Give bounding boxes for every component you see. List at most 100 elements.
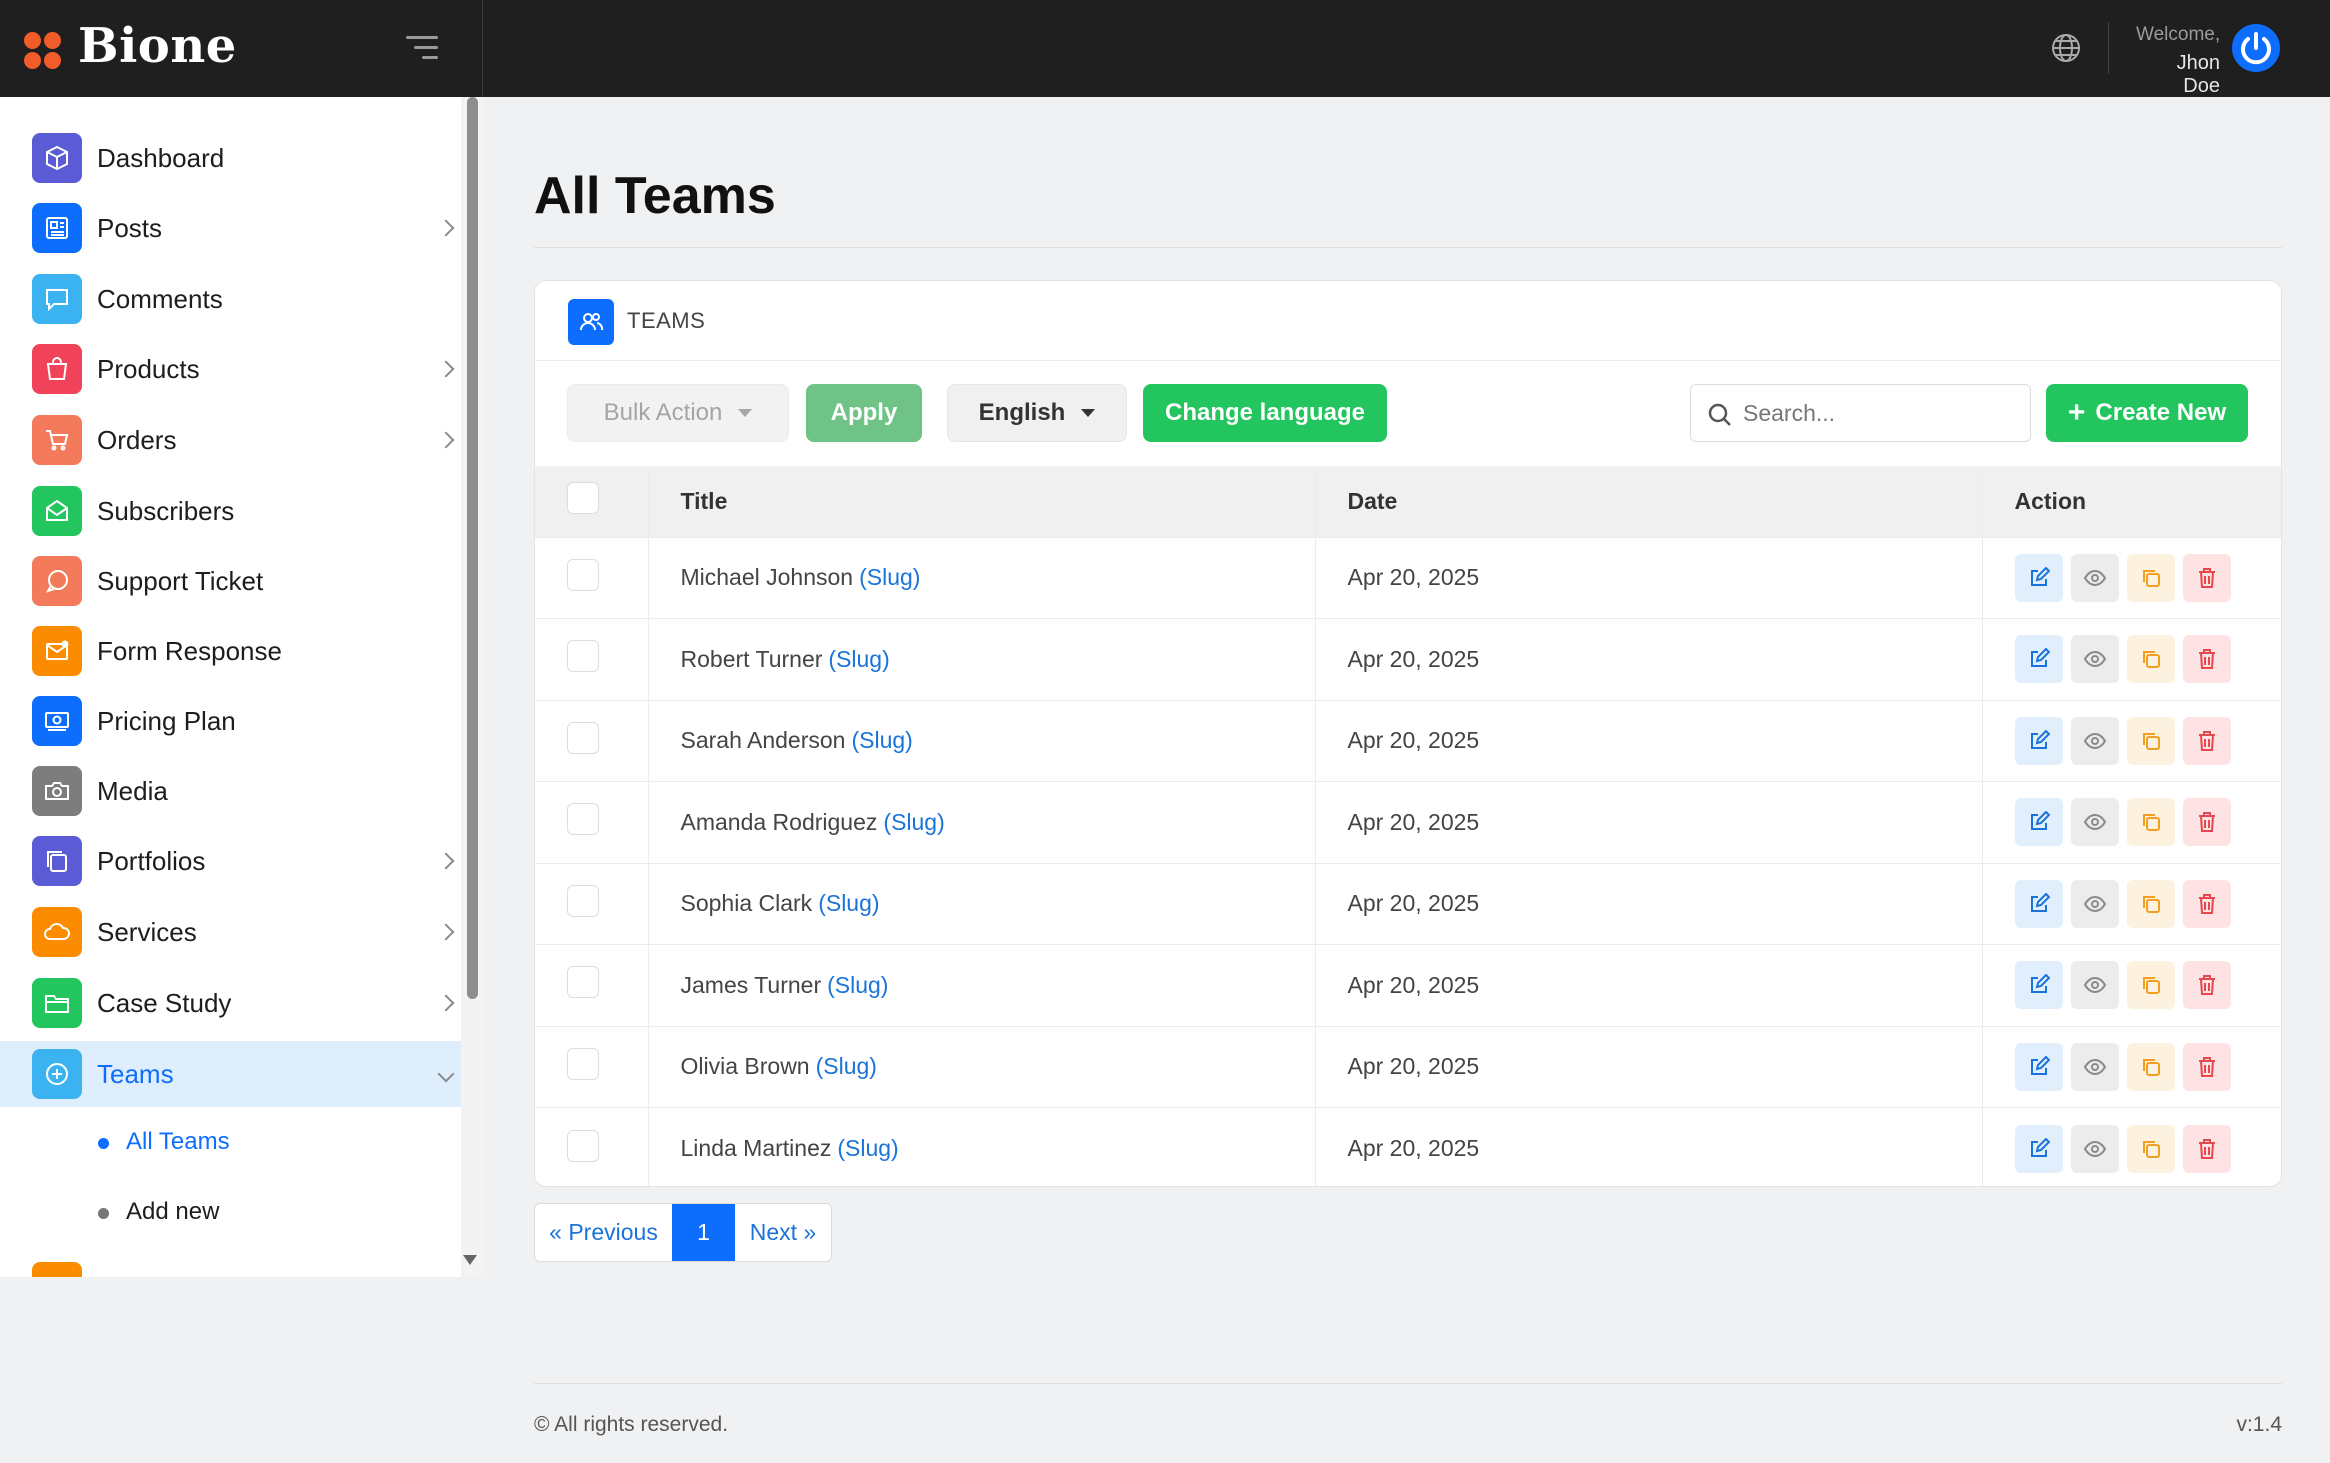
row-title-cell: James Turner (Slug): [648, 944, 1316, 1026]
row-slug-link[interactable]: (Slug): [851, 727, 912, 753]
sidebar-item-portfolios[interactable]: Portfolios: [0, 828, 461, 894]
row-checkbox[interactable]: [567, 884, 599, 917]
edit-icon[interactable]: [2014, 1124, 2063, 1173]
scrollbar-thumb[interactable]: [467, 97, 478, 999]
duplicate-icon[interactable]: [2126, 961, 2175, 1010]
sidebar-item-posts[interactable]: Posts: [0, 195, 461, 261]
sidebar-item-support-ticket[interactable]: Support Ticket: [0, 548, 461, 614]
change-language-button[interactable]: Change language: [1143, 384, 1387, 442]
create-new-button[interactable]: + Create New: [2046, 384, 2248, 442]
edit-icon[interactable]: [2014, 553, 2063, 602]
row-title[interactable]: Linda Martinez: [681, 1135, 832, 1161]
duplicate-icon[interactable]: [2126, 879, 2175, 928]
row-slug-link[interactable]: (Slug): [883, 809, 944, 835]
row-title[interactable]: Sarah Anderson: [681, 727, 846, 753]
sidebar-subitem-add-new[interactable]: Add new: [0, 1181, 461, 1241]
next-page-link[interactable]: Next »: [735, 1204, 831, 1261]
sidebar-item-services[interactable]: Services: [0, 899, 461, 965]
sidebar-item-media[interactable]: Media: [0, 758, 461, 824]
edit-icon[interactable]: [2014, 716, 2063, 765]
view-icon[interactable]: [2070, 1124, 2119, 1173]
delete-icon[interactable]: [2182, 1124, 2231, 1173]
duplicate-icon[interactable]: [2126, 716, 2175, 765]
previous-page-link[interactable]: « Previous: [535, 1204, 672, 1261]
row-checkbox[interactable]: [567, 558, 599, 591]
view-icon[interactable]: [2070, 798, 2119, 847]
row-title[interactable]: Sophia Clark: [681, 890, 813, 916]
edit-icon[interactable]: [2014, 961, 2063, 1010]
duplicate-icon[interactable]: [2126, 798, 2175, 847]
page-number-current[interactable]: 1: [672, 1204, 735, 1261]
edit-icon[interactable]: [2014, 635, 2063, 684]
duplicate-icon[interactable]: [2126, 635, 2175, 684]
row-slug-link[interactable]: (Slug): [818, 890, 879, 916]
sidebar-scrollbar[interactable]: [461, 97, 483, 1277]
row-checkbox[interactable]: [567, 721, 599, 754]
row-title[interactable]: Robert Turner: [681, 646, 823, 672]
delete-icon[interactable]: [2182, 635, 2231, 684]
apply-button[interactable]: Apply: [806, 384, 922, 442]
sidebar-item-form-response[interactable]: Form Response: [0, 618, 461, 684]
sidebar-item-pricing-plan[interactable]: Pricing Plan: [0, 688, 461, 754]
header-date[interactable]: Date: [1315, 466, 1983, 537]
table-row: James Turner (Slug) Apr 20, 2025: [535, 944, 2281, 1026]
row-title[interactable]: Olivia Brown: [681, 1053, 810, 1079]
sidebar-item-subscribers[interactable]: Subscribers: [0, 478, 461, 544]
table-header-row: Title Date Action: [535, 466, 2281, 537]
sidebar-item-dashboard[interactable]: Dashboard: [0, 125, 461, 191]
view-icon[interactable]: [2070, 961, 2119, 1010]
sidebar-item-products[interactable]: Products: [0, 336, 461, 402]
view-icon[interactable]: [2070, 716, 2119, 765]
row-checkbox[interactable]: [567, 1129, 599, 1162]
card-title: TEAMS: [627, 308, 706, 333]
row-slug-link[interactable]: (Slug): [816, 1053, 877, 1079]
sidebar-subitem-all-teams[interactable]: All Teams: [0, 1111, 461, 1171]
user-avatar[interactable]: [2232, 24, 2280, 72]
language-select[interactable]: English: [947, 384, 1127, 442]
scroll-down-arrow-icon[interactable]: [463, 1255, 477, 1265]
duplicate-icon[interactable]: [2126, 553, 2175, 602]
edit-icon[interactable]: [2014, 1042, 2063, 1091]
duplicate-icon[interactable]: [2126, 1042, 2175, 1091]
sidebar-item-case-study[interactable]: Case Study: [0, 970, 461, 1036]
delete-icon[interactable]: [2182, 1042, 2231, 1091]
delete-icon[interactable]: [2182, 961, 2231, 1010]
view-icon[interactable]: [2070, 1042, 2119, 1091]
row-slug-link[interactable]: (Slug): [837, 1135, 898, 1161]
row-slug-link[interactable]: (Slug): [859, 564, 920, 590]
select-all-checkbox[interactable]: [567, 482, 599, 515]
sidebar-item-comments[interactable]: Comments: [0, 266, 461, 332]
table-row: Sophia Clark (Slug) Apr 20, 2025: [535, 863, 2281, 945]
row-title[interactable]: Michael Johnson: [681, 564, 854, 590]
delete-icon[interactable]: [2182, 798, 2231, 847]
row-checkbox[interactable]: [567, 640, 599, 673]
row-title[interactable]: Amanda Rodriguez: [681, 809, 878, 835]
row-actions-cell: [1982, 619, 2281, 701]
delete-icon[interactable]: [2182, 553, 2231, 602]
search-field[interactable]: [1690, 384, 2031, 442]
row-slug-link[interactable]: (Slug): [828, 646, 889, 672]
view-icon[interactable]: [2070, 635, 2119, 684]
header-title[interactable]: Title: [648, 466, 1316, 537]
sidebar-item-orders[interactable]: Orders: [0, 407, 461, 473]
delete-icon[interactable]: [2182, 879, 2231, 928]
edit-icon[interactable]: [2014, 798, 2063, 847]
table-row: Amanda Rodriguez (Slug) Apr 20, 2025: [535, 781, 2281, 863]
view-icon[interactable]: [2070, 553, 2119, 602]
title-divider: [534, 247, 2282, 248]
duplicate-icon[interactable]: [2126, 1124, 2175, 1173]
search-input[interactable]: [1743, 395, 2013, 431]
sidebar-item-teams[interactable]: Teams: [0, 1041, 461, 1107]
row-checkbox[interactable]: [567, 1047, 599, 1080]
row-slug-link[interactable]: (Slug): [827, 972, 888, 998]
view-icon[interactable]: [2070, 879, 2119, 928]
bulk-action-select[interactable]: Bulk Action: [567, 384, 789, 442]
row-checkbox[interactable]: [567, 803, 599, 836]
row-checkbox[interactable]: [567, 966, 599, 999]
edit-icon[interactable]: [2014, 879, 2063, 928]
menu-toggle-icon[interactable]: [406, 36, 438, 62]
globe-icon[interactable]: [2050, 32, 2082, 64]
delete-icon[interactable]: [2182, 716, 2231, 765]
row-title[interactable]: James Turner: [681, 972, 822, 998]
footer-divider: [534, 1383, 2282, 1384]
